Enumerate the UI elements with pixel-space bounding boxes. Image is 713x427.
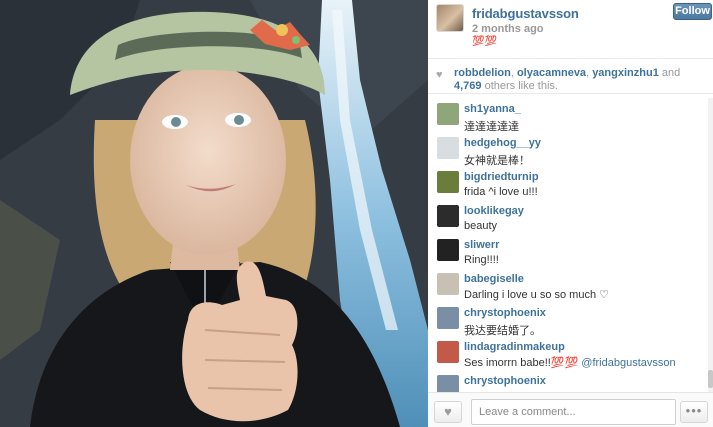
avatar[interactable] xyxy=(437,171,459,193)
list-item: bigdriedturnip frida ^i love u!!! xyxy=(428,166,708,200)
avatar[interactable] xyxy=(437,239,459,261)
comment-text: frida ^i love u!!! xyxy=(464,186,538,198)
comment-username[interactable]: chrystophoenix xyxy=(464,307,546,319)
comment-username[interactable]: hedgehog__yy xyxy=(464,137,541,149)
list-item: chrystophoenix xyxy=(428,370,708,392)
list-item: lindagradinmakeup Ses imorrn babe!!💯💯 @f… xyxy=(428,336,708,370)
post-timestamp[interactable]: 2 months ago xyxy=(472,23,544,35)
heart-icon: ♥ xyxy=(436,69,443,81)
post-detail-panel: fridabgustavsson 2 months ago 💯💯 Follow … xyxy=(428,0,713,427)
comment-bar: ♥ ••• xyxy=(428,392,713,427)
comment-username[interactable]: looklikegay xyxy=(464,205,524,217)
face xyxy=(130,65,286,255)
avatar[interactable] xyxy=(437,137,459,159)
avatar[interactable] xyxy=(437,205,459,227)
avatar[interactable] xyxy=(437,103,459,125)
comments-scrollbar[interactable] xyxy=(708,98,713,392)
avatar[interactable] xyxy=(436,4,464,32)
like-button[interactable]: ♥ xyxy=(434,401,462,423)
comment-username[interactable]: sh1yanna_ xyxy=(464,103,521,115)
comment-username[interactable]: bigdriedturnip xyxy=(464,171,539,183)
more-options-button[interactable]: ••• xyxy=(680,401,708,423)
post-caption: 💯💯 xyxy=(472,36,497,47)
follow-button[interactable]: Follow xyxy=(673,3,712,20)
comment-text: Ring!!!! xyxy=(464,254,499,266)
list-item: sliwerr Ring!!!! xyxy=(428,234,708,268)
comment-text: Ses imorrn babe!!💯💯 @fridabgustavsson xyxy=(464,357,676,369)
comment-list[interactable]: sh1yanna_ 達達達達達 hedgehog__yy 女神就是棒！ bigd… xyxy=(428,98,708,392)
post-photo xyxy=(0,0,428,427)
comment-text: Darling i love u so so much ♡ xyxy=(464,289,609,301)
list-item: looklikegay beauty xyxy=(428,200,708,234)
likes-summary: ♥ robbdelion, olyacamneva, yangxinzhu1 a… xyxy=(428,58,713,94)
avatar[interactable] xyxy=(437,273,459,295)
avatar[interactable] xyxy=(437,375,459,392)
avatar[interactable] xyxy=(437,307,459,329)
mention-link[interactable]: @fridabgustavsson xyxy=(581,357,675,369)
post-header: fridabgustavsson 2 months ago 💯💯 Follow xyxy=(428,0,713,56)
list-item: babegiselle Darling i love u so so much … xyxy=(428,268,708,302)
avatar[interactable] xyxy=(437,341,459,363)
liker-link[interactable]: yangxinzhu1 xyxy=(592,67,659,79)
scrollbar-thumb[interactable] xyxy=(708,370,713,388)
likes-count[interactable]: 4,769 xyxy=(454,80,482,92)
list-item: chrystophoenix 我达要结婚了。 xyxy=(428,302,708,337)
comment-username[interactable]: chrystophoenix xyxy=(464,375,546,387)
list-item: sh1yanna_ 達達達達達 xyxy=(428,98,708,133)
comment-text: beauty xyxy=(464,220,498,232)
heart-icon: ♥ xyxy=(444,404,452,419)
ellipsis-icon: ••• xyxy=(685,403,703,418)
post-username[interactable]: fridabgustavsson xyxy=(472,6,579,21)
comment-username[interactable]: sliwerr xyxy=(464,239,499,251)
liker-link[interactable]: olyacamneva xyxy=(517,67,586,79)
liker-link[interactable]: robbdelion xyxy=(454,67,511,79)
comment-username[interactable]: babegiselle xyxy=(464,273,524,285)
comment-input[interactable] xyxy=(471,399,676,425)
comment-username[interactable]: lindagradinmakeup xyxy=(464,341,565,353)
list-item: hedgehog__yy 女神就是棒！ xyxy=(428,132,708,167)
